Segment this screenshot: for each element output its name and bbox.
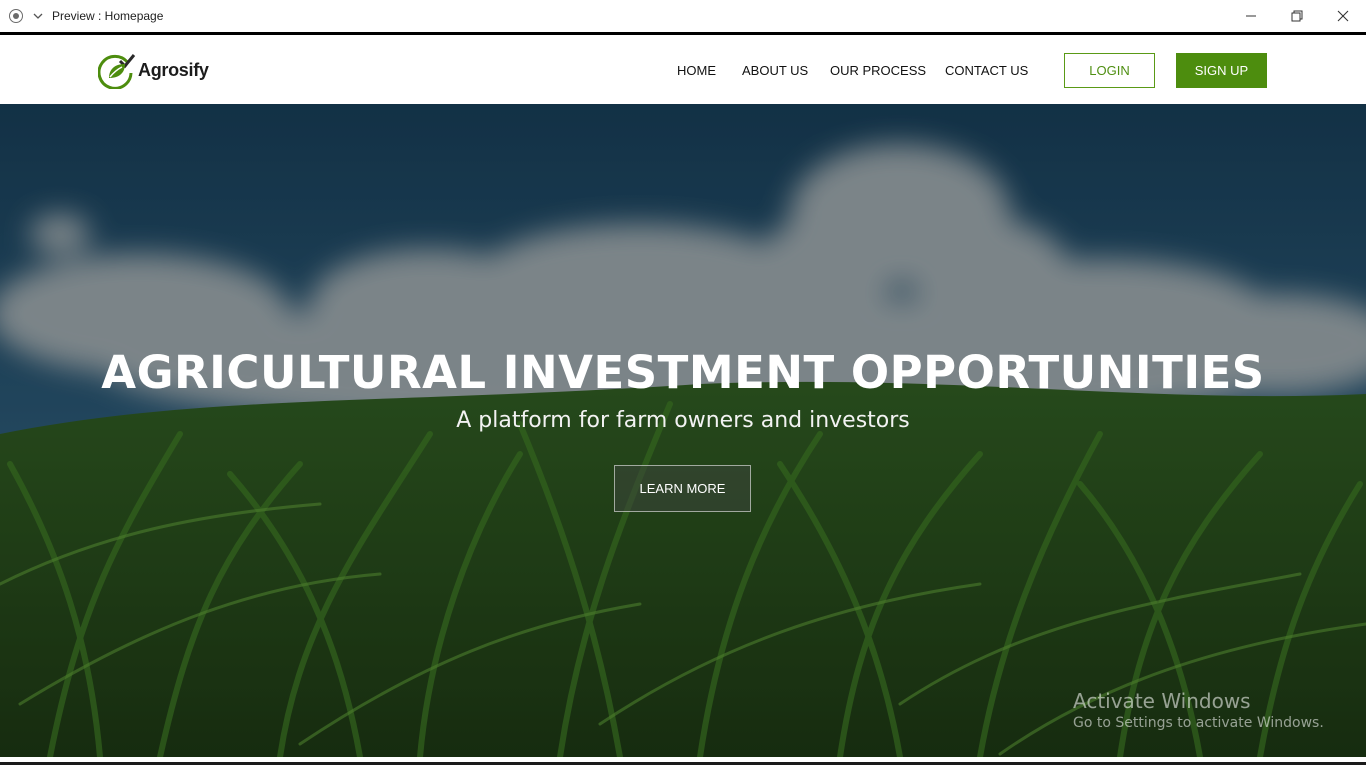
bottom-edge [0,757,1366,768]
minimize-icon [1246,15,1256,17]
nav-home[interactable]: HOME [677,64,716,78]
close-icon [1337,10,1349,22]
chevron-down-icon[interactable] [31,9,45,23]
hero-title: AGRICULTURAL INVESTMENT OPPORTUNITIES [101,346,1265,399]
learn-more-button[interactable]: LEARN MORE [614,465,751,512]
nav-contact-us[interactable]: CONTACT US [945,64,1028,78]
logo-text: Agrosify [138,59,209,80]
restore-button[interactable] [1274,0,1320,32]
logo[interactable]: Agrosify [98,51,209,89]
window-title-bar: Preview : Homepage [0,0,1366,32]
site-header: Agrosify HOME ABOUT US OUR PROCESS CONTA… [0,35,1366,104]
window-title: Preview : Homepage [52,9,164,23]
activate-windows-watermark: Activate Windows Go to Settings to activ… [1073,689,1324,733]
leaf-check-icon [98,54,136,89]
minimize-button[interactable] [1228,0,1274,32]
watermark-subtitle: Go to Settings to activate Windows. [1073,715,1324,731]
record-icon[interactable] [9,9,23,23]
hero-subtitle: A platform for farm owners and investors [456,408,910,433]
watermark-title: Activate Windows [1073,689,1251,713]
nav-our-process[interactable]: OUR PROCESS [830,64,926,78]
login-button[interactable]: LOGIN [1064,53,1155,88]
nav-about-us[interactable]: ABOUT US [742,64,808,78]
close-button[interactable] [1320,0,1366,32]
hero-section: AGRICULTURAL INVESTMENT OPPORTUNITIES A … [0,104,1366,757]
signup-button[interactable]: SIGN UP [1176,53,1267,88]
restore-icon [1291,10,1303,22]
